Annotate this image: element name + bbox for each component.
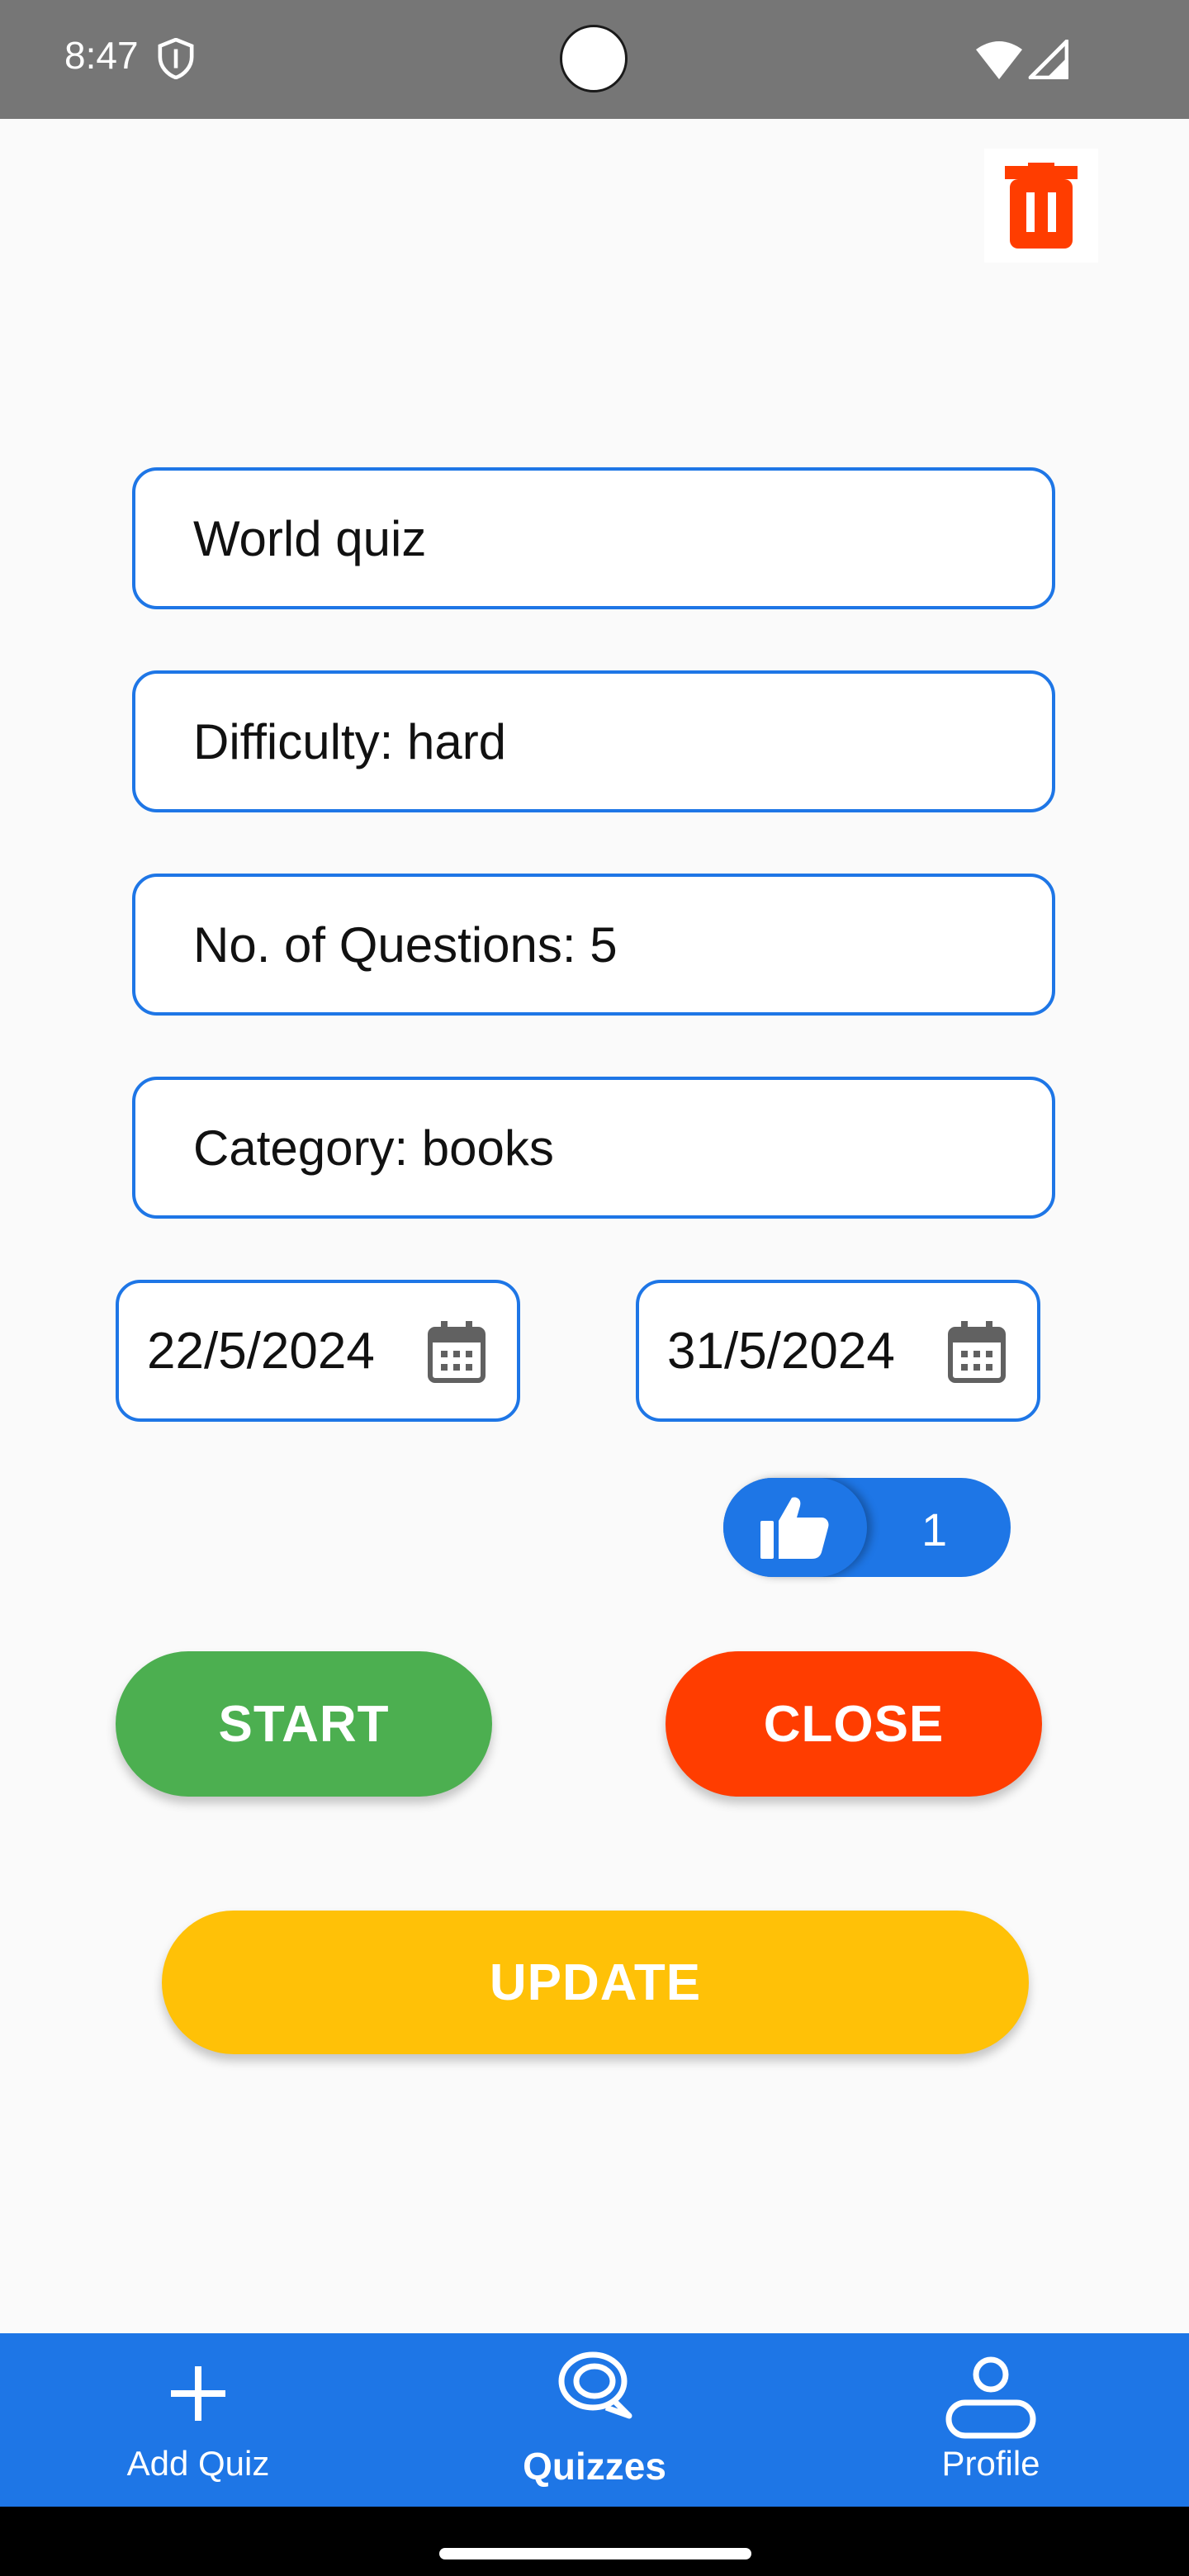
start-date-field[interactable]: 22/5/2024: [116, 1280, 520, 1422]
like-toggle[interactable]: 1: [723, 1478, 1011, 1577]
difficulty-field[interactable]: Difficulty: hard: [132, 670, 1055, 812]
nav-label-quizzes: Quizzes: [523, 2445, 666, 2488]
shield-icon: [158, 38, 194, 79]
signal-icon: [1028, 40, 1068, 79]
category-field[interactable]: Category: books: [132, 1077, 1055, 1219]
trash-icon: [1005, 163, 1078, 249]
nav-item-add-quiz[interactable]: Add Quiz: [74, 2333, 322, 2507]
questions-count-text: No. of Questions: 5: [193, 916, 618, 973]
wifi-icon: [976, 41, 1022, 79]
questions-count-field[interactable]: No. of Questions: 5: [132, 874, 1055, 1016]
gesture-bar: [0, 2507, 1189, 2576]
quiz-title-field[interactable]: World quiz: [132, 467, 1055, 609]
calendar-icon[interactable]: [948, 1321, 1006, 1384]
quiz-title-text: World quiz: [193, 510, 427, 566]
like-button[interactable]: [723, 1478, 867, 1577]
update-button[interactable]: UPDATE: [162, 1911, 1029, 2054]
start-button[interactable]: START: [116, 1651, 492, 1797]
delete-button[interactable]: [984, 149, 1098, 263]
camera-cutout: [560, 25, 628, 92]
category-text: Category: books: [193, 1120, 554, 1176]
thumbs-up-icon: [760, 1497, 829, 1559]
difficulty-text: Difficulty: hard: [193, 713, 507, 769]
chat-bubble-icon: [558, 2351, 632, 2419]
close-button[interactable]: CLOSE: [666, 1651, 1042, 1797]
nav-item-quizzes[interactable]: Quizzes: [471, 2333, 718, 2507]
end-date-text: 31/5/2024: [667, 1322, 895, 1380]
calendar-icon[interactable]: [428, 1321, 486, 1384]
status-bar: 8:47: [0, 0, 1189, 119]
bottom-navigation: Add Quiz Quizzes Profile: [0, 2333, 1189, 2507]
plus-icon: [171, 2366, 225, 2421]
like-count: 1: [921, 1503, 948, 1556]
nav-label-add-quiz: Add Quiz: [126, 2444, 270, 2483]
status-time: 8:47: [64, 34, 139, 77]
home-handle[interactable]: [439, 2548, 751, 2559]
nav-label-profile: Profile: [941, 2444, 1040, 2483]
start-date-text: 22/5/2024: [147, 1322, 375, 1380]
nav-item-profile[interactable]: Profile: [867, 2333, 1115, 2507]
end-date-field[interactable]: 31/5/2024: [636, 1280, 1040, 1422]
person-icon: [945, 2356, 1036, 2439]
